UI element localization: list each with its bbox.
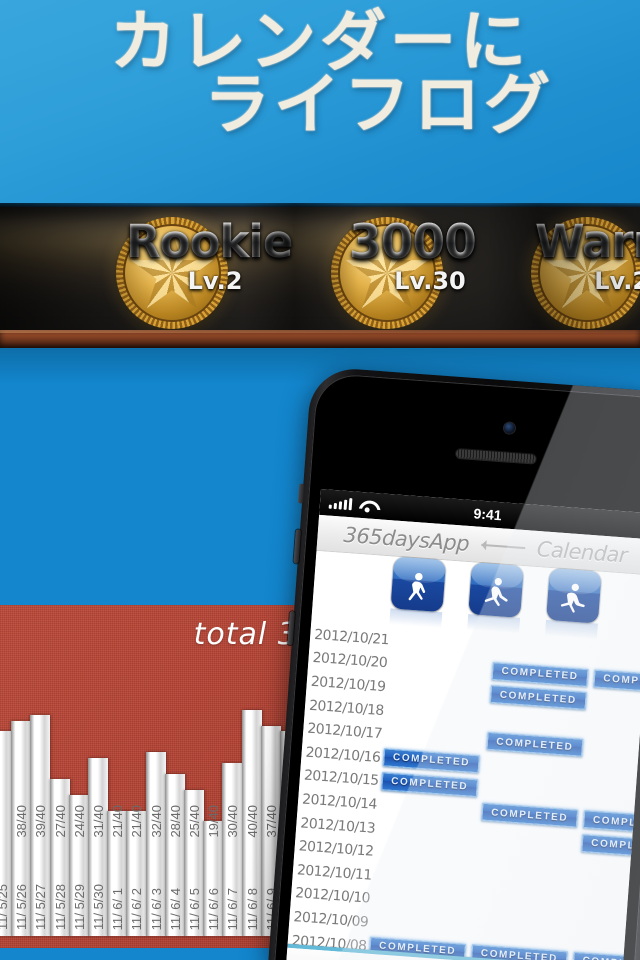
chart-bar-value-label: 19/40: [206, 805, 222, 838]
chart-bar-category-label: 11/ 5/28: [52, 883, 68, 930]
completed-badge[interactable]: COMPLETED: [486, 732, 584, 758]
badge-level: Lv.30: [394, 267, 466, 295]
promo-screenshot: カレンダーに ライフログ Rookie Lv.2 3000 Lv.30 War …: [0, 0, 640, 960]
badge-item[interactable]: 3000 Lv.30: [331, 215, 487, 329]
icon-reflection: [389, 608, 443, 629]
chart-bar-category-label: 11/ 6/ 7: [225, 887, 241, 930]
chart-bar-category-label: 11/ 6/ 5: [187, 887, 202, 930]
badge-level: Lv.21: [594, 267, 640, 295]
chart-bar-value-label: 28/40: [167, 805, 183, 838]
chart-bar-value-label: 32/40: [148, 805, 164, 838]
calendar-row-date: 2012/10/14: [301, 791, 378, 813]
badge-name: Warrior: [535, 215, 640, 268]
badge-level: Lv.2: [187, 267, 243, 295]
chart-bar-category-label: 11/ 6/ 4: [167, 887, 183, 930]
iphone-mockup: 9:41 365daysApp Calendar 2012/10/21 2012/…: [268, 366, 640, 960]
calendar-row-date: 2012/10/10: [294, 885, 371, 907]
chart-bar-category-label: 11/ 5/29: [71, 883, 87, 930]
calendar-row-date: 2012/10/12: [298, 838, 374, 860]
badge-name: Rookie: [126, 215, 336, 268]
calendar-row-date: 2012/10/11: [296, 862, 373, 884]
hero-title: カレンダーに ライフログ: [0, 8, 640, 139]
chart-bar-value-label: 39/40: [33, 805, 49, 838]
chart-bar-category-label: 11/ 5/25: [0, 883, 10, 930]
calendar-row-date: 2012/10/15: [303, 767, 380, 790]
badge-name: 3000: [349, 215, 559, 270]
chart-bar-value-label: 40/40: [244, 805, 260, 838]
lunge-exercise-icon[interactable]: [468, 562, 524, 618]
chart-bar-value-label: 21/40: [110, 805, 126, 838]
shelf-wood-ledge: [0, 330, 640, 348]
badge-shelf: Rookie Lv.2 3000 Lv.30 Warrior Lv.21: [0, 203, 640, 348]
completed-badge[interactable]: COMPLETED: [382, 748, 480, 774]
chart-bar-category-label: 11/ 6/ 1: [110, 887, 126, 930]
badge-item[interactable]: Warrior Lv.21: [531, 215, 640, 329]
chart-bar-value-label: 31/40: [91, 805, 106, 838]
squat-exercise-icon[interactable]: [390, 556, 447, 613]
chart-bar-category-label: 11/ 6/ 2: [129, 887, 145, 930]
calendar-row-date: 2012/10/21: [313, 626, 390, 649]
completed-badge[interactable]: COMPLETED: [481, 802, 579, 828]
phone-body: 9:41 365daysApp Calendar 2012/10/21 2012/…: [268, 366, 640, 960]
exercise-icon-cell: [544, 567, 602, 640]
chart-bar-value-label: 27/40: [52, 805, 68, 838]
chart-bar-value-label: 25/40: [187, 805, 202, 838]
chart-bar-category-label: 11/ 5/26: [14, 883, 30, 930]
section-label: Calendar: [535, 536, 628, 568]
calendar-row-date: 2012/10/13: [299, 814, 376, 837]
completed-badge[interactable]: COMPLETED: [489, 685, 587, 711]
chart-bar-value-label: 30/40: [225, 805, 241, 838]
chart-bar-value-label: 38/40: [14, 805, 30, 838]
calendar-row-date: 2012/10/19: [310, 673, 386, 696]
calendar-row-date: 2012/10/16: [305, 744, 381, 766]
chart-bar-value-label: 37/40: [263, 805, 279, 838]
calendar-row-date: 2012/10/09: [293, 909, 369, 931]
chart-bar-category-label: 11/ 6/ 6: [206, 887, 222, 930]
chart-bar-value-label: 24/40: [71, 805, 87, 838]
phone-screen: 9:41 365daysApp Calendar 2012/10/21 2012/…: [286, 488, 640, 960]
icon-reflection: [544, 619, 598, 640]
chart-bar-category-label: 11/ 5/27: [33, 883, 49, 930]
chart-bar-category-label: 11/ 6/ 8: [244, 887, 260, 930]
exercise-icon-cell: [467, 562, 524, 634]
calendar-row-date: 2012/10/20: [312, 650, 388, 672]
hero-title-line2: ライフログ: [204, 66, 554, 144]
badge-item[interactable]: Rookie Lv.2: [116, 215, 293, 329]
chart-bar-value-label: 21/40: [129, 805, 145, 838]
calendar-row-date: 2012/10/17: [306, 720, 383, 743]
hero-banner: カレンダーに ライフログ: [0, 0, 640, 203]
exercise-icon-cell: [389, 556, 447, 629]
completed-badge[interactable]: COMPLETED: [381, 771, 479, 797]
app-name-label: 365daysApp: [342, 522, 470, 556]
chart-bar-category-label: 11/ 5/30: [91, 883, 106, 930]
completed-badge[interactable]: COMPLETED: [491, 661, 589, 687]
chart-bar-category-label: 11/ 6/ 3: [148, 887, 164, 930]
left-arrow-icon: [480, 543, 525, 549]
calendar-row-date: 2012/10/18: [308, 697, 385, 719]
icon-reflection: [467, 614, 521, 634]
calendar-log-grid: 2012/10/21 2012/10/20 COMPLETED COMPLETED 20…: [287, 620, 640, 960]
crunch-exercise-icon[interactable]: [546, 567, 602, 624]
